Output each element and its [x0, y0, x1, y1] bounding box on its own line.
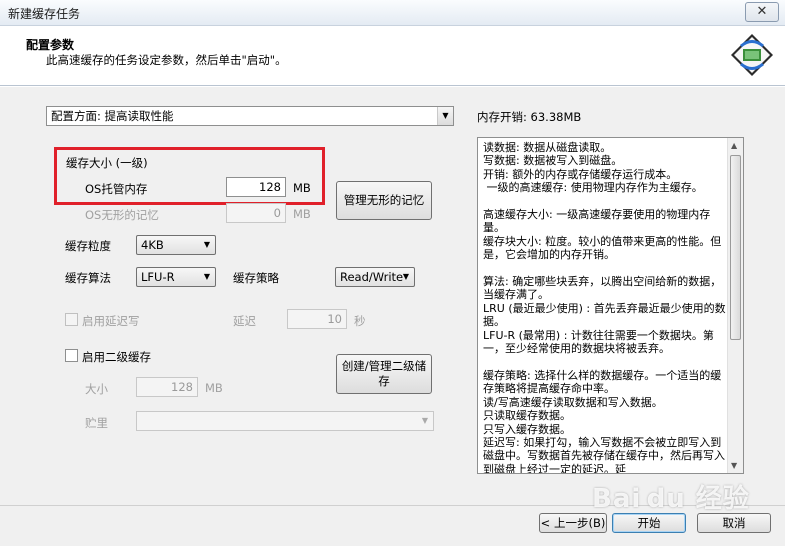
config-aspect-value: 配置方面: 提高读取性能	[51, 109, 174, 123]
scrollbar-thumb[interactable]	[730, 155, 741, 340]
memory-overhead-label: 内存开销: 63.38MB	[477, 110, 582, 124]
help-text-panel[interactable]: 读数据: 数据从磁盘读取。 写数据: 数据被写入到磁盘。 开销: 额外的内存或存…	[477, 137, 744, 474]
chevron-down-icon: ▼	[437, 107, 453, 125]
close-button[interactable]: ✕	[745, 2, 779, 22]
cache-strategy-label: 缓存策略	[233, 271, 279, 285]
cache-strategy-value: Read/Write	[340, 270, 404, 284]
create-manage-l2-storage-button[interactable]: 创建/管理二级储存	[336, 354, 432, 394]
page-title: 配置参数	[26, 38, 75, 52]
cache-granularity-value: 4KB	[141, 238, 164, 252]
enable-l2-cache-label: 启用二级缓存	[82, 350, 151, 364]
window-title: 新建缓存任务	[8, 7, 81, 21]
os-invisible-memory-label: OS无形的记忆	[85, 208, 159, 222]
wizard-cache-icon	[731, 34, 773, 76]
cache-algorithm-label: 缓存算法	[65, 271, 111, 285]
back-button[interactable]: < 上一步(B)	[539, 513, 607, 533]
os-invisible-memory-unit: MB	[293, 207, 311, 221]
chevron-down-icon: ▼	[421, 416, 429, 425]
cancel-button[interactable]: 取消	[697, 513, 771, 533]
delayed-write-label: 启用延迟写	[82, 314, 140, 328]
os-invisible-memory-input[interactable]: 0	[226, 203, 286, 223]
page-subtitle: 此高速缓存的任务设定参数，然后单击"启动"。	[46, 53, 287, 67]
cache-granularity-label: 缓存粒度	[65, 239, 111, 253]
enable-l2-cache-checkbox[interactable]	[65, 349, 78, 362]
delay-input[interactable]: 10	[287, 309, 347, 329]
delayed-write-checkbox[interactable]	[65, 313, 78, 326]
chevron-down-icon: ▼	[203, 240, 211, 249]
delay-label: 延迟	[233, 314, 256, 328]
cache-strategy-select[interactable]: Read/Write ▼	[335, 267, 415, 287]
help-text: 读数据: 数据从磁盘读取。 写数据: 数据被写入到磁盘。 开销: 额外的内存或存…	[483, 141, 726, 474]
highlight-box	[54, 147, 325, 205]
cache-algorithm-select[interactable]: LFU-R ▼	[136, 267, 216, 287]
delay-unit: 秒	[354, 314, 366, 328]
l2-size-label: 大小	[85, 382, 108, 396]
chevron-down-icon: ▼	[203, 272, 211, 281]
start-button[interactable]: 开始	[612, 513, 686, 533]
cache-algorithm-value: LFU-R	[141, 270, 175, 284]
cache-granularity-select[interactable]: 4KB ▼	[136, 235, 216, 255]
config-aspect-select[interactable]: 配置方面: 提高读取性能 ▼	[46, 106, 454, 126]
scroll-down-icon[interactable]: ▼	[731, 461, 737, 470]
scroll-up-icon[interactable]: ▲	[731, 141, 737, 150]
chevron-down-icon: ▼	[402, 272, 410, 281]
help-scrollbar[interactable]: ▲ ▼	[727, 138, 743, 473]
l2-size-unit: MB	[205, 381, 223, 395]
title-bar: 新建缓存任务 ✕	[0, 0, 785, 26]
watermark: Bai du 经验	[592, 484, 750, 514]
l2-size-input[interactable]: 128	[136, 377, 198, 397]
l2-storage-label: 贮里	[85, 416, 108, 430]
wizard-header: 配置参数 此高速缓存的任务设定参数，然后单击"启动"。	[0, 27, 785, 86]
l2-storage-select[interactable]: ▼	[136, 411, 434, 431]
manage-invisible-memory-button[interactable]: 管理无形的记忆	[336, 181, 432, 220]
